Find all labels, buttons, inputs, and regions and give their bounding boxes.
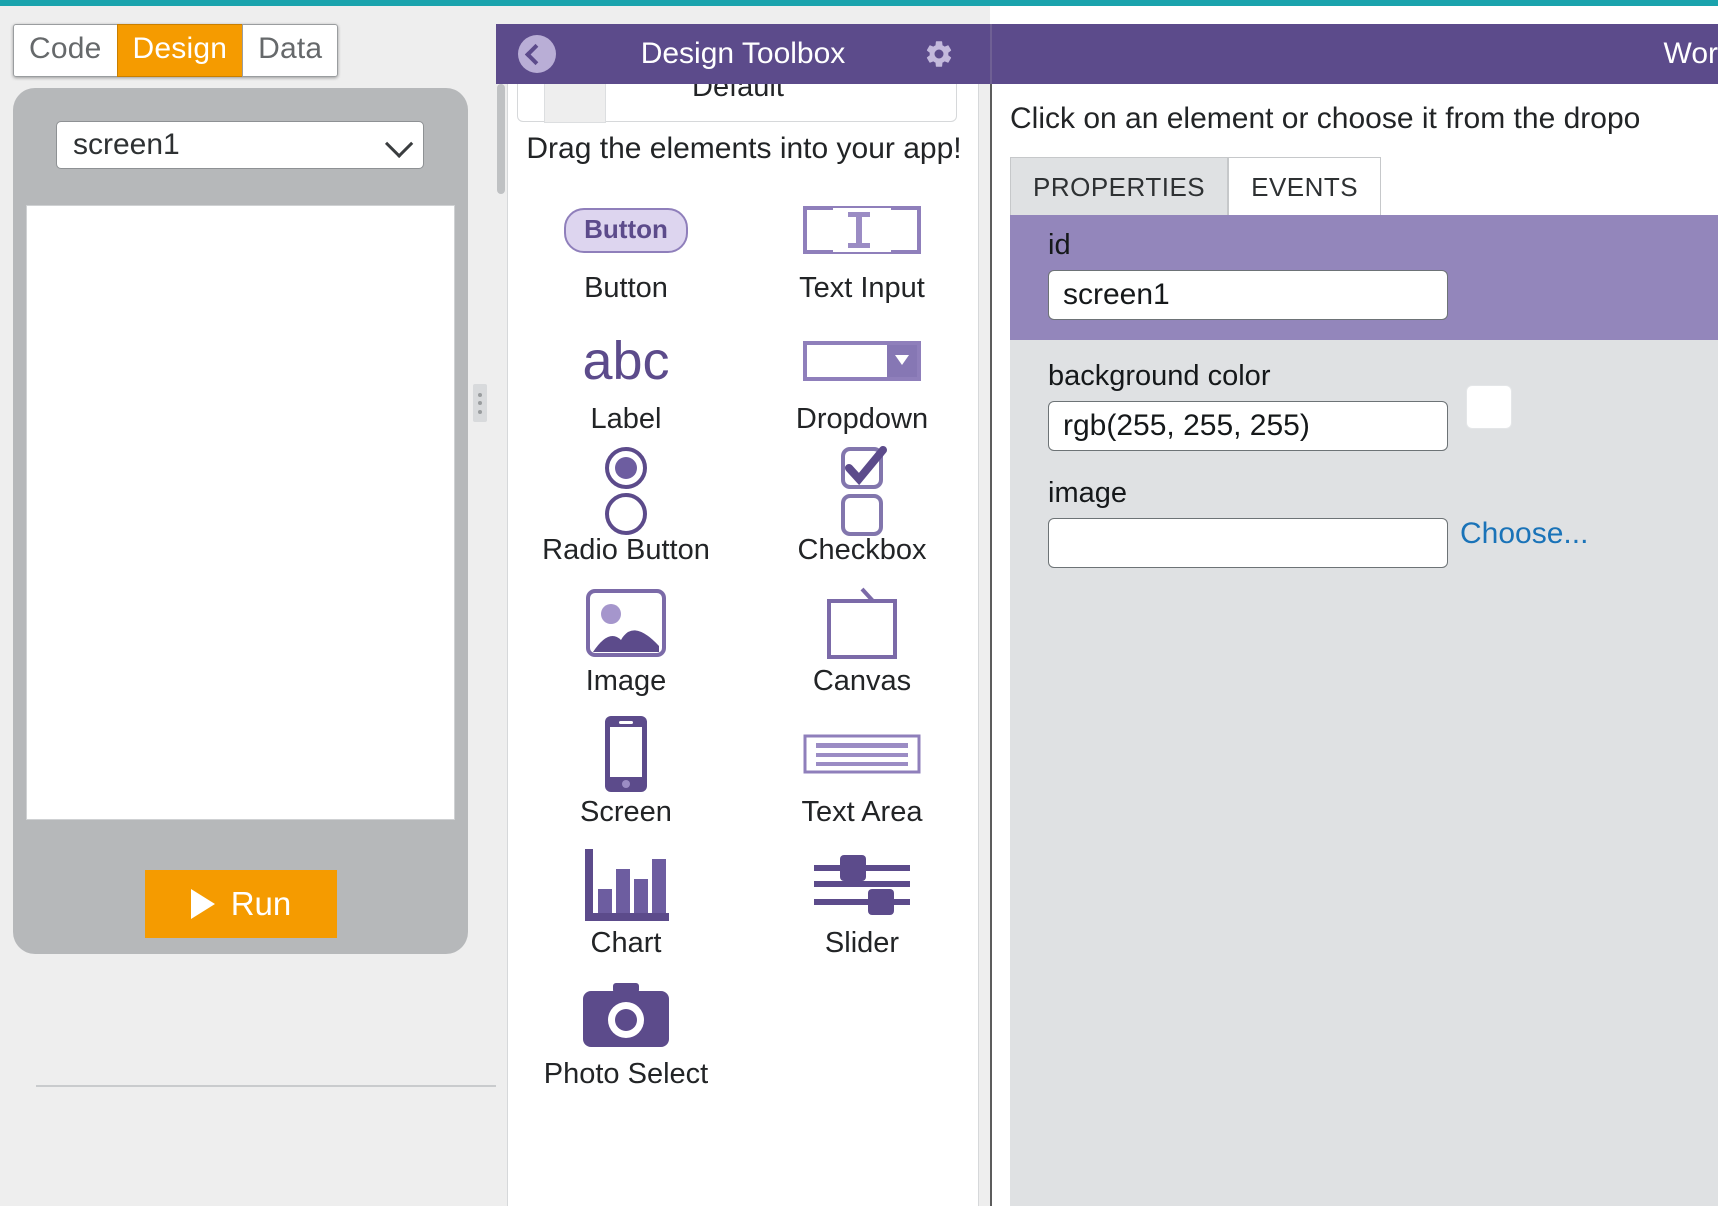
toolbox-item-label: Label xyxy=(591,403,662,436)
tab-data[interactable]: Data xyxy=(242,24,338,77)
toolbox-item-text-input[interactable]: Text Input xyxy=(744,180,979,311)
toolbox-item-label: Canvas xyxy=(813,665,911,698)
design-toolbox-pane: Design Toolbox Default Drag the elements… xyxy=(496,6,990,1206)
property-label: background color xyxy=(1048,360,1718,393)
radio-button-icon xyxy=(598,456,654,528)
toolbox-item-label: Radio Button xyxy=(542,534,710,567)
run-button-label: Run xyxy=(231,885,292,923)
tab-events[interactable]: EVENTS xyxy=(1228,157,1381,219)
toolbox-item-label: Button xyxy=(584,272,668,305)
toolbox-item-checkbox[interactable]: Checkbox xyxy=(744,442,979,573)
text-input-icon xyxy=(803,194,921,266)
chevron-left-circle-icon[interactable] xyxy=(518,35,556,73)
toolbox-item-label: Chart xyxy=(591,927,662,960)
toolbox-item-label: Image xyxy=(586,665,667,698)
toolbox-item-text-area[interactable]: Text Area xyxy=(744,704,979,835)
phone-screen-icon xyxy=(603,718,649,790)
abc-label-icon: abc xyxy=(582,325,669,397)
play-icon xyxy=(191,889,215,919)
chevron-down-icon xyxy=(385,130,413,158)
element-grid: Button Button Text xyxy=(508,180,979,1097)
toolbox-item-label-element[interactable]: abc Label xyxy=(508,311,744,442)
inspector-hint: Click on an element or choose it from th… xyxy=(1010,102,1640,136)
background-color-value: rgb(255, 255, 255) xyxy=(1063,409,1310,443)
app-preview-pane: Code Design Data screen1 Run xyxy=(0,6,496,1206)
handle-dot xyxy=(478,410,482,414)
inspector-title: Wor xyxy=(1664,37,1718,71)
button-pill-icon: Button xyxy=(564,194,688,266)
toolbox-item-chart[interactable]: Chart xyxy=(508,835,744,966)
toolbox-item-screen[interactable]: Screen xyxy=(508,704,744,835)
toolbox-item-label: Text Area xyxy=(802,796,923,829)
toolbox-item-photo-select[interactable]: Photo Select xyxy=(508,966,744,1097)
background-color-input[interactable]: rgb(255, 255, 255) xyxy=(1048,401,1448,451)
property-row-id: id screen1 xyxy=(1010,215,1718,340)
checkbox-icon xyxy=(834,456,890,528)
toolbox-item-image[interactable]: Image xyxy=(508,573,744,704)
camera-icon xyxy=(581,980,671,1052)
chevron-left-glyph xyxy=(525,43,546,64)
toolbox-item-slider[interactable]: Slider xyxy=(744,835,979,966)
toolbox-item-label: Slider xyxy=(825,927,899,960)
toolbox-body: Default Drag the elements into your app!… xyxy=(507,84,979,1206)
pane-resize-handle[interactable] xyxy=(473,384,487,422)
id-input-value: screen1 xyxy=(1063,278,1170,312)
inspector-body: Click on an element or choose it from th… xyxy=(990,84,1718,1206)
divider xyxy=(36,1085,496,1087)
handle-dot xyxy=(478,401,482,405)
choose-image-link[interactable]: Choose... xyxy=(1460,517,1588,551)
default-theme-swatch xyxy=(544,84,606,123)
slider-icon xyxy=(810,849,914,921)
tab-code[interactable]: Code xyxy=(13,24,118,77)
app-canvas[interactable] xyxy=(26,205,455,820)
toolbox-item-label: Screen xyxy=(580,796,672,829)
handle-dot xyxy=(478,393,482,397)
toolbox-item-label: Dropdown xyxy=(796,403,928,436)
text-area-icon xyxy=(803,718,921,790)
toolbox-title: Design Toolbox xyxy=(496,37,990,71)
toolbox-item-canvas[interactable]: Canvas xyxy=(744,573,979,704)
canvas-icon xyxy=(821,587,903,659)
default-theme-card[interactable]: Default xyxy=(517,84,957,122)
properties-list: id screen1 background color rgb(255, 255… xyxy=(1010,215,1718,1206)
id-input[interactable]: screen1 xyxy=(1048,270,1448,320)
screen-dropdown-value: screen1 xyxy=(57,128,180,162)
toolbox-item-button[interactable]: Button Button xyxy=(508,180,744,311)
tab-properties[interactable]: PROPERTIES xyxy=(1010,157,1228,219)
abc-glyph: abc xyxy=(582,334,669,388)
screen-dropdown[interactable]: screen1 xyxy=(56,121,424,169)
image-icon xyxy=(585,587,667,659)
bar-chart-icon xyxy=(581,849,671,921)
toolbox-header: Design Toolbox xyxy=(496,24,990,84)
image-input[interactable] xyxy=(1048,518,1448,568)
property-label: image xyxy=(1048,477,1718,510)
toolbox-item-label: Photo Select xyxy=(544,1058,708,1091)
drag-hint-text: Drag the elements into your app! xyxy=(508,132,979,166)
mode-tabbar: Code Design Data xyxy=(13,24,338,77)
toolbox-item-label: Text Input xyxy=(799,272,925,305)
property-row-image: image Choose... xyxy=(1010,469,1718,568)
property-row-background-color: background color rgb(255, 255, 255) xyxy=(1010,340,1718,469)
tab-design[interactable]: Design xyxy=(117,24,244,77)
phone-frame: screen1 Run xyxy=(13,88,468,954)
inspector-tabs: PROPERTIES EVENTS xyxy=(1010,157,1381,219)
run-button[interactable]: Run xyxy=(145,870,337,938)
dropdown-icon xyxy=(803,325,921,397)
toolbox-item-radio-button[interactable]: Radio Button xyxy=(508,442,744,573)
property-label: id xyxy=(1048,229,1718,262)
gear-icon[interactable] xyxy=(924,39,954,69)
toolbox-item-dropdown[interactable]: Dropdown xyxy=(744,311,979,442)
color-swatch-button[interactable] xyxy=(1466,385,1512,429)
button-pill-label: Button xyxy=(564,208,688,253)
inspector-pane: Wor Click on an element or choose it fro… xyxy=(990,6,1718,1206)
scrollbar-thumb[interactable] xyxy=(497,84,505,194)
inspector-header: Wor xyxy=(990,24,1718,84)
toolbox-item-label: Checkbox xyxy=(798,534,927,567)
toolbox-scrollbar[interactable] xyxy=(496,84,506,1206)
